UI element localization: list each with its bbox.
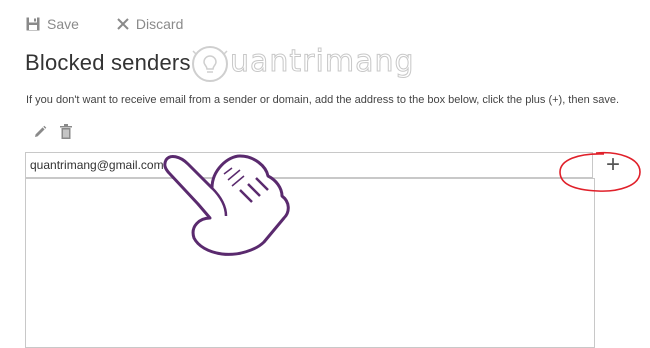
bulb-icon [192, 46, 228, 82]
watermark-logo: uantrimang [190, 38, 420, 90]
page-title: Blocked senders [25, 50, 191, 75]
blocked-senders-list[interactable] [25, 178, 595, 348]
watermark-text: uantrimang [230, 44, 415, 80]
close-icon [117, 18, 129, 30]
pencil-icon[interactable] [33, 125, 47, 139]
save-label: Save [47, 16, 79, 32]
trash-icon[interactable] [60, 124, 72, 139]
save-icon [26, 17, 40, 31]
instructions-text: If you don't want to receive email from … [26, 94, 620, 106]
add-button-label: + [605, 151, 620, 178]
list-actions [33, 124, 72, 139]
add-button[interactable]: + [594, 152, 632, 178]
command-bar: Save Discard [26, 14, 183, 34]
save-button[interactable]: Save [26, 16, 79, 32]
discard-button[interactable]: Discard [117, 16, 183, 32]
discard-label: Discard [135, 16, 184, 32]
blocked-sender-input[interactable] [25, 152, 593, 178]
